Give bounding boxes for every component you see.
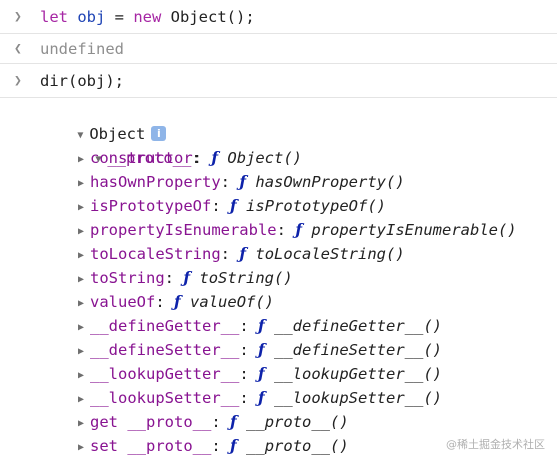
function-symbol: ƒ	[183, 268, 191, 287]
property-name: __lookupSetter__	[90, 389, 240, 407]
function-symbol: ƒ	[174, 292, 181, 311]
function-value: __proto__()	[246, 413, 349, 431]
property-name: __defineGetter__	[90, 317, 240, 335]
property-name: toString	[90, 269, 165, 287]
function-symbol: ƒ	[258, 316, 265, 335]
triangle-right-icon[interactable]: ▶	[78, 220, 90, 244]
tree-property-row[interactable]: ▶ __defineGetter__: ƒ __defineGetter__()	[78, 314, 442, 338]
property-colon: :	[211, 437, 221, 455]
console-input-line-1[interactable]: ❯ let obj = new Object();	[0, 0, 557, 34]
function-value: hasOwnProperty()	[255, 173, 405, 191]
property-colon: :	[211, 413, 221, 431]
tree-property-row[interactable]: ▶ __lookupSetter__: ƒ __lookupSetter__()	[78, 386, 442, 410]
console-code-2: dir(obj);	[40, 71, 124, 90]
triangle-right-icon[interactable]: ▶	[78, 172, 90, 196]
chevron-right-icon: ❯	[14, 73, 22, 88]
watermark: @稀土掘金技术社区	[446, 438, 545, 451]
function-value: Object()	[227, 149, 303, 167]
tree-property-row[interactable]: ▶ toString: ƒ toString()	[78, 266, 293, 290]
tree-property-row[interactable]: ▶ __lookupGetter__: ƒ __lookupGetter__()	[78, 362, 442, 386]
property-name: valueOf	[90, 293, 156, 311]
tree-property-row[interactable]: ▶ isPrototypeOf: ƒ isPrototypeOf()	[78, 194, 386, 218]
triangle-right-icon[interactable]: ▶	[78, 148, 90, 172]
chevron-right-icon: ❯	[14, 9, 22, 24]
console-input-line-2[interactable]: ❯ dir(obj);	[0, 64, 557, 98]
property-colon: :	[239, 317, 249, 335]
function-symbol: ƒ	[230, 412, 237, 431]
tree-root-object[interactable]: ▼ Object i	[40, 98, 167, 143]
keyword-new: new	[133, 7, 162, 26]
function-value: isPrototypeOf()	[246, 197, 387, 215]
property-colon: :	[220, 173, 230, 191]
function-symbol: ƒ	[230, 196, 237, 215]
variable-obj: obj	[77, 7, 106, 26]
triangle-right-icon[interactable]: ▶	[78, 340, 90, 364]
tree-property-row[interactable]: ▶ propertyIsEnumerable: ƒ propertyIsEnume…	[78, 218, 517, 242]
function-value: __defineGetter__()	[274, 317, 442, 335]
tree-proto-node[interactable]: ▼ __proto__:	[58, 122, 200, 167]
function-symbol: ƒ	[258, 364, 265, 383]
keyword-let: let	[40, 7, 68, 26]
property-name: __lookupGetter__	[90, 365, 240, 383]
triangle-right-icon[interactable]: ▶	[78, 244, 90, 268]
property-name: get __proto__	[90, 413, 212, 431]
property-name: set __proto__	[90, 437, 212, 455]
property-colon: :	[220, 245, 230, 263]
property-colon: :	[276, 221, 286, 239]
tree-property-row[interactable]: ▶ constructor: ƒ Object()	[78, 146, 302, 170]
property-colon: :	[155, 293, 165, 311]
tree-property-row[interactable]: ▶ get __proto__: ƒ __proto__()	[78, 410, 349, 434]
triangle-right-icon[interactable]: ▶	[78, 412, 90, 436]
property-colon: :	[239, 389, 249, 407]
function-symbol: ƒ	[295, 220, 302, 239]
tree-property-row[interactable]: ▶ toLocaleString: ƒ toLocaleString()	[78, 242, 405, 266]
function-value: valueOf()	[190, 293, 275, 311]
function-value: toString()	[199, 269, 293, 287]
function-symbol: ƒ	[211, 148, 219, 167]
function-symbol: ƒ	[230, 436, 237, 455]
chevron-left-icon: ❮	[14, 41, 22, 56]
console-result-line: ❮ undefined	[0, 34, 557, 64]
function-value: __lookupGetter__()	[274, 365, 442, 383]
property-name: hasOwnProperty	[90, 173, 221, 191]
triangle-right-icon[interactable]: ▶	[78, 364, 90, 388]
property-name: constructor	[90, 149, 193, 167]
function-value: __defineSetter__()	[274, 341, 442, 359]
property-colon: :	[211, 197, 221, 215]
function-symbol: ƒ	[258, 388, 265, 407]
tree-property-row[interactable]: ▶ valueOf: ƒ valueOf()	[78, 290, 274, 314]
property-name: __defineSetter__	[90, 341, 240, 359]
function-symbol: ƒ	[258, 340, 265, 359]
code-rest: Object();	[161, 7, 255, 26]
result-undefined: undefined	[40, 39, 124, 58]
property-colon: :	[164, 269, 174, 287]
triangle-right-icon[interactable]: ▶	[78, 316, 90, 340]
triangle-right-icon[interactable]: ▶	[78, 196, 90, 220]
triangle-right-icon[interactable]: ▶	[78, 388, 90, 412]
tree-property-row[interactable]: ▶ __defineSetter__: ƒ __defineSetter__()	[78, 338, 442, 362]
function-value: propertyIsEnumerable()	[311, 221, 517, 239]
tree-property-row[interactable]: ▶ hasOwnProperty: ƒ hasOwnProperty()	[78, 170, 405, 194]
console-code-1: let obj = new Object();	[40, 8, 255, 26]
function-symbol: ƒ	[239, 172, 247, 191]
function-symbol: ƒ	[239, 244, 247, 263]
property-colon: :	[239, 365, 249, 383]
equals-sign: =	[105, 7, 134, 26]
property-name: isPrototypeOf	[90, 197, 212, 215]
property-colon: :	[239, 341, 249, 359]
triangle-right-icon[interactable]: ▶	[78, 268, 90, 292]
function-value: toLocaleString()	[255, 245, 405, 263]
function-value: __proto__()	[246, 437, 349, 455]
function-value: __lookupSetter__()	[274, 389, 442, 407]
property-name: propertyIsEnumerable	[90, 221, 277, 239]
triangle-right-icon[interactable]: ▶	[78, 436, 90, 460]
tree-property-row[interactable]: ▶ set __proto__: ƒ __proto__()	[78, 434, 349, 458]
property-colon: :	[192, 149, 202, 167]
triangle-right-icon[interactable]: ▶	[78, 292, 90, 316]
property-name: toLocaleString	[90, 245, 221, 263]
